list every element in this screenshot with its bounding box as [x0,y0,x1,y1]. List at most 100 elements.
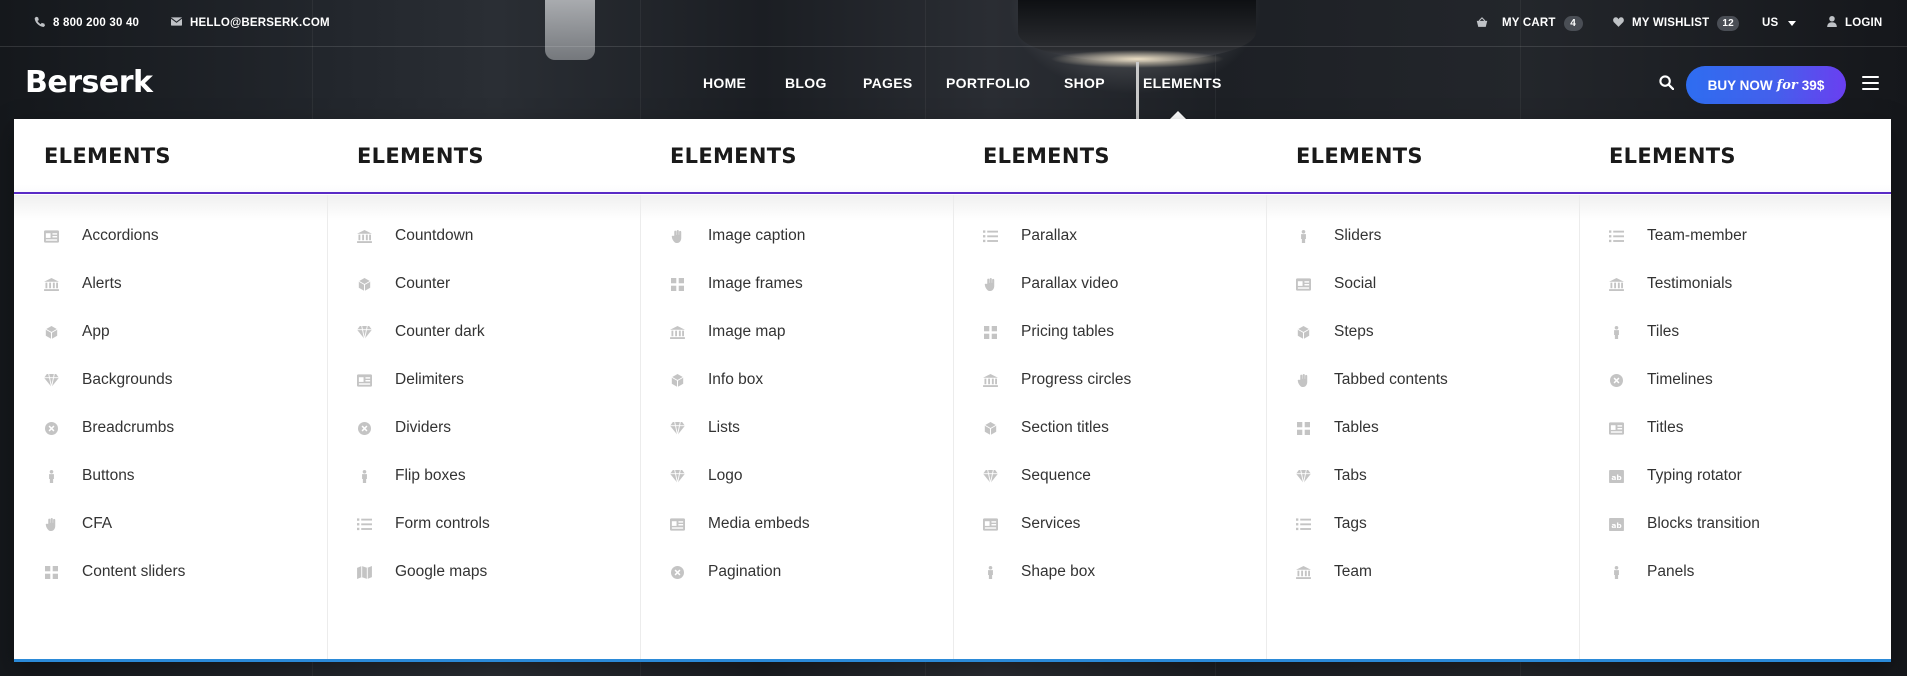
menu-item[interactable]: Pricing tables [983,323,1131,371]
hand-icon [44,515,82,533]
menu-item[interactable]: Countdown [357,227,490,275]
phone-contact[interactable]: 8 800 200 30 40 [34,0,139,46]
menu-item[interactable]: Panels [1609,563,1760,611]
hand-icon [983,275,1021,293]
menu-item[interactable]: Parallax video [983,275,1131,323]
menu-item[interactable]: ab Blocks transition [1609,515,1760,563]
menu-item[interactable]: Pagination [670,563,810,611]
menu-item[interactable]: Section titles [983,419,1131,467]
bank-icon [1609,275,1647,293]
menu-item[interactable]: Counter [357,275,490,323]
buy-now-label: BUY NOW [1707,77,1773,93]
menu-item[interactable]: App [44,323,185,371]
menu-item[interactable]: Google maps [357,563,490,611]
nav-home[interactable]: HOME [703,75,746,91]
menu-item-label: Image caption [708,227,806,244]
menu-column-title: ELEMENTS [983,144,1110,168]
menu-item[interactable]: Media embeds [670,515,810,563]
menu-item[interactable]: Form controls [357,515,490,563]
column-divider [640,195,641,659]
menu-item[interactable]: Image map [670,323,810,371]
menu-item-label: Flip boxes [395,467,466,484]
cart-label: MY CART [1502,17,1556,29]
diamond-icon [44,371,82,389]
buy-now-button[interactable]: BUY NOW for 39$ [1686,66,1846,104]
menu-item[interactable]: Image caption [670,227,810,275]
menu-item[interactable]: Tabbed contents [1296,371,1448,419]
menu-item[interactable]: Parallax [983,227,1131,275]
menu-item[interactable]: ab Typing rotator [1609,467,1760,515]
menu-item[interactable]: Flip boxes [357,467,490,515]
menu-item[interactable]: Team-member [1609,227,1760,275]
menu-column-title: ELEMENTS [1296,144,1423,168]
diamond-icon [357,323,395,341]
hamburger-menu-icon[interactable] [1862,76,1879,90]
envelope-icon [170,17,183,29]
menu-item[interactable]: Sequence [983,467,1131,515]
font-icon: ab [1609,467,1647,485]
search-icon[interactable] [1659,75,1675,91]
wishlist-link[interactable]: MY WISHLIST 12 [1613,0,1739,46]
site-logo[interactable]: Berserk [25,65,153,100]
menu-column-1: ELEMENTS Accordions Alerts App Backgrounds Br… [14,119,327,659]
menu-item[interactable]: Shape box [983,563,1131,611]
column-divider [1266,195,1267,659]
diamond-icon [1296,467,1334,485]
diamond-icon [670,419,708,437]
menu-item-label: Services [1021,515,1081,532]
close-circle-icon [44,419,82,437]
menu-item[interactable]: Testimonials [1609,275,1760,323]
bank-icon [983,371,1021,389]
menu-column-3: ELEMENTS Image caption Image frames Image m… [640,119,953,659]
nav-shop[interactable]: SHOP [1064,75,1105,91]
grid-icon [1296,419,1334,437]
menu-item[interactable]: Accordions [44,227,185,275]
menu-item[interactable]: Steps [1296,323,1448,371]
menu-item-label: Titles [1647,419,1684,436]
language-selector[interactable]: US [1762,0,1797,46]
menu-item-label: Section titles [1021,419,1109,436]
menu-item[interactable]: Titles [1609,419,1760,467]
menu-item-label: Form controls [395,515,490,532]
email-contact[interactable]: HELLO@BERSERK.COM [170,0,330,46]
menu-item[interactable]: Services [983,515,1131,563]
bank-icon [357,227,395,245]
login-link[interactable]: LOGIN [1827,0,1882,46]
diamond-icon [983,467,1021,485]
menu-item[interactable]: Tables [1296,419,1448,467]
grid-icon [983,323,1021,341]
menu-item[interactable]: Lists [670,419,810,467]
menu-item[interactable]: Tags [1296,515,1448,563]
menu-item[interactable]: Info box [670,371,810,419]
menu-column-6: ELEMENTS Team-member Testimonials Tiles Time… [1579,119,1892,659]
menu-item[interactable]: Backgrounds [44,371,185,419]
menu-item[interactable]: Image frames [670,275,810,323]
menu-item[interactable]: Counter dark [357,323,490,371]
menu-item-label: Lists [708,419,740,436]
menu-item[interactable]: Sliders [1296,227,1448,275]
menu-item[interactable]: Delimiters [357,371,490,419]
cart-link[interactable]: MY CART 4 [1476,0,1583,46]
menu-item[interactable]: Buttons [44,467,185,515]
nav-blog[interactable]: BLOG [785,75,827,91]
menu-item[interactable]: Social [1296,275,1448,323]
elements-mega-menu: ELEMENTS Accordions Alerts App Backgrounds Br… [14,119,1891,662]
font-icon: ab [1609,515,1647,533]
menu-item[interactable]: Timelines [1609,371,1760,419]
menu-item[interactable]: CFA [44,515,185,563]
menu-item[interactable]: Progress circles [983,371,1131,419]
cube-icon [1296,323,1334,341]
menu-item[interactable]: Breadcrumbs [44,419,185,467]
menu-item[interactable]: Tabs [1296,467,1448,515]
nav-pages[interactable]: PAGES [863,75,912,91]
menu-item[interactable]: Team [1296,563,1448,611]
menu-item[interactable]: Dividers [357,419,490,467]
nav-elements[interactable]: ELEMENTS [1143,75,1222,91]
menu-column-title: ELEMENTS [670,144,797,168]
menu-item[interactable]: Content sliders [44,563,185,611]
basket-icon [1476,16,1488,30]
nav-portfolio[interactable]: PORTFOLIO [946,75,1030,91]
menu-item[interactable]: Tiles [1609,323,1760,371]
menu-item[interactable]: Logo [670,467,810,515]
menu-item[interactable]: Alerts [44,275,185,323]
